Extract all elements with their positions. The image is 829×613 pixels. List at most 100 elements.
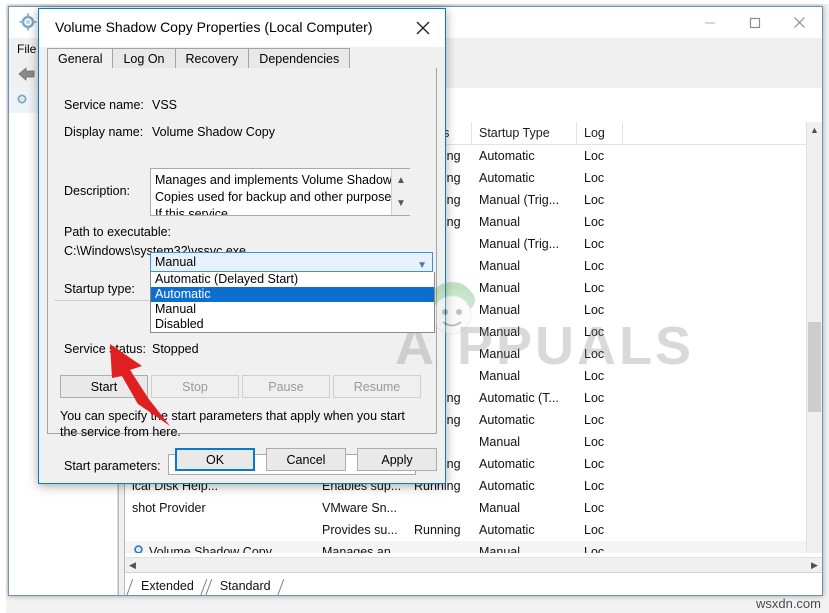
display-name-label: Display name: xyxy=(64,125,144,139)
cell-startup-type: Manual xyxy=(479,215,520,229)
gear-icon xyxy=(19,13,37,31)
cell-startup-type: Automatic xyxy=(479,479,535,493)
description-textbox[interactable]: Manages and implements Volume Shadow Cop… xyxy=(150,168,410,216)
cell-name-text: shot Provider xyxy=(132,501,206,515)
cell-logon: Loc xyxy=(584,193,605,207)
cell-startup-type: Automatic xyxy=(479,413,535,427)
cell-startup-type: Manual xyxy=(479,501,520,515)
cell-logon: Loc xyxy=(584,259,605,273)
menu-item-file[interactable]: File xyxy=(17,42,36,56)
description-scrollbar[interactable]: ▲ ▼ xyxy=(391,169,410,215)
cell-logon: Loc xyxy=(584,391,605,405)
cancel-button[interactable]: Cancel xyxy=(266,448,346,471)
back-arrow-icon[interactable] xyxy=(15,63,39,85)
cell-logon: Loc xyxy=(584,303,605,317)
start-parameters-label: Start parameters: xyxy=(64,459,161,473)
cell-description: Manages an... xyxy=(322,545,402,553)
cell-name: Volume Shadow Copy xyxy=(125,541,315,553)
start-parameters-hint: You can specify the start parameters tha… xyxy=(60,409,405,439)
table-row[interactable]: Provides su... Running Automatic Loc xyxy=(125,519,822,541)
tab-extended[interactable]: Extended xyxy=(127,578,206,595)
minimize-button[interactable] xyxy=(687,7,732,38)
general-tab-panel: Service name: VSS Display name: Volume S… xyxy=(47,68,437,475)
tab-recovery[interactable]: Recovery xyxy=(174,48,250,69)
cell-logon: Loc xyxy=(584,149,605,163)
cell-name: shot Provider xyxy=(125,497,315,519)
cell-startup-type: Automatic xyxy=(479,457,535,471)
startup-option-disabled[interactable]: Disabled xyxy=(151,317,434,332)
resume-button: Resume xyxy=(333,375,421,398)
cell-description: Provides su... xyxy=(322,523,398,537)
cell-startup-type: Manual xyxy=(479,545,520,553)
cell-logon: Loc xyxy=(584,457,605,471)
cell-startup-type: Manual (Trig... xyxy=(479,193,560,207)
close-button[interactable] xyxy=(777,7,822,38)
cell-logon: Loc xyxy=(584,237,605,251)
dialog-title: Volume Shadow Copy Properties (Local Com… xyxy=(55,19,373,35)
startup-type-selected-value: Manual xyxy=(155,255,196,269)
cell-logon: Loc xyxy=(584,281,605,295)
startup-option-automatic-delayed-start[interactable]: Automatic (Delayed Start) xyxy=(151,272,434,287)
tab-standard[interactable]: Standard xyxy=(206,578,283,595)
scroll-right-icon[interactable]: ▶ xyxy=(807,560,822,571)
table-row[interactable]: Volume Shadow Copy Manages an... Manual Loc xyxy=(125,541,822,553)
horizontal-scrollbar[interactable]: ◀ ▶ xyxy=(125,557,822,573)
cell-description: VMware Sn... xyxy=(322,501,398,515)
cell-logon: Loc xyxy=(584,435,605,449)
cell-logon: Loc xyxy=(584,325,605,339)
startup-type-label: Startup type: xyxy=(64,282,135,296)
service-name-value: VSS xyxy=(152,98,178,112)
cell-startup-type: Manual xyxy=(479,303,520,317)
vertical-scroll-thumb[interactable] xyxy=(808,322,821,412)
ok-button[interactable]: OK xyxy=(175,448,255,471)
dialog-title-bar: Volume Shadow Copy Properties (Local Com… xyxy=(39,9,445,47)
cell-status xyxy=(407,541,472,553)
cell-name-text: Volume Shadow Copy xyxy=(149,545,272,553)
scroll-down-icon[interactable]: ▼ xyxy=(392,192,410,215)
cell-logon: Loc xyxy=(584,523,605,537)
service-status-value: Stopped xyxy=(152,342,199,356)
path-to-executable-label: Path to executable: xyxy=(64,225,172,239)
window-controls xyxy=(687,7,822,38)
table-row[interactable]: shot Provider VMware Sn... Manual Loc xyxy=(125,497,822,519)
cell-status xyxy=(407,497,472,519)
cell-logon: Loc xyxy=(584,545,605,553)
cell-logon: Loc xyxy=(584,501,605,515)
maximize-button[interactable] xyxy=(732,7,777,38)
service-status-label: Service status: xyxy=(64,342,146,356)
cell-startup-type: Automatic (T... xyxy=(479,391,559,405)
cell-logon: Loc xyxy=(584,171,605,185)
dialog-action-buttons: OK Cancel Apply xyxy=(175,448,437,471)
view-tabs: Extended Standard xyxy=(125,572,822,595)
vertical-scrollbar[interactable]: ▲ xyxy=(806,122,822,553)
scroll-left-icon[interactable]: ◀ xyxy=(125,560,140,571)
startup-type-dropdown-list[interactable]: Automatic (Delayed Start) Automatic Manual… xyxy=(150,272,435,333)
dialog-close-button[interactable] xyxy=(400,9,445,47)
start-button[interactable]: Start xyxy=(60,375,148,398)
service-gear-icon xyxy=(15,92,29,109)
scroll-up-icon[interactable]: ▲ xyxy=(807,122,822,137)
tab-dependencies[interactable]: Dependencies xyxy=(248,48,351,69)
startup-option-manual[interactable]: Manual xyxy=(151,302,434,317)
cell-logon: Loc xyxy=(584,215,605,229)
cell-status: Running xyxy=(414,523,461,537)
cell-startup-type: Manual (Trig... xyxy=(479,237,560,251)
startup-option-automatic[interactable]: Automatic xyxy=(151,287,434,302)
tab-log-on[interactable]: Log On xyxy=(112,48,176,69)
apply-button[interactable]: Apply xyxy=(357,448,437,471)
cell-startup-type: Manual xyxy=(479,435,520,449)
stop-button: Stop xyxy=(151,375,239,398)
service-name-label: Service name: xyxy=(64,98,144,112)
screen-root: File Startup Type Log Automatic Loc Auto… xyxy=(0,0,829,613)
column-header-logon[interactable]: Log xyxy=(577,122,623,144)
cell-startup-type: Manual xyxy=(479,259,520,273)
cell-logon: Loc xyxy=(584,369,605,383)
startup-type-combobox[interactable]: Manual ▼ xyxy=(150,252,433,272)
description-label: Description: xyxy=(64,184,130,198)
cell-startup-type: Manual xyxy=(479,369,520,383)
column-header-startup-type[interactable]: Startup Type xyxy=(472,122,577,144)
watermark-bottom-right: wsxdn.com xyxy=(755,596,821,611)
scroll-up-icon[interactable]: ▲ xyxy=(392,169,410,192)
cell-startup-type: Automatic xyxy=(479,523,535,537)
tab-general[interactable]: General xyxy=(47,48,114,70)
